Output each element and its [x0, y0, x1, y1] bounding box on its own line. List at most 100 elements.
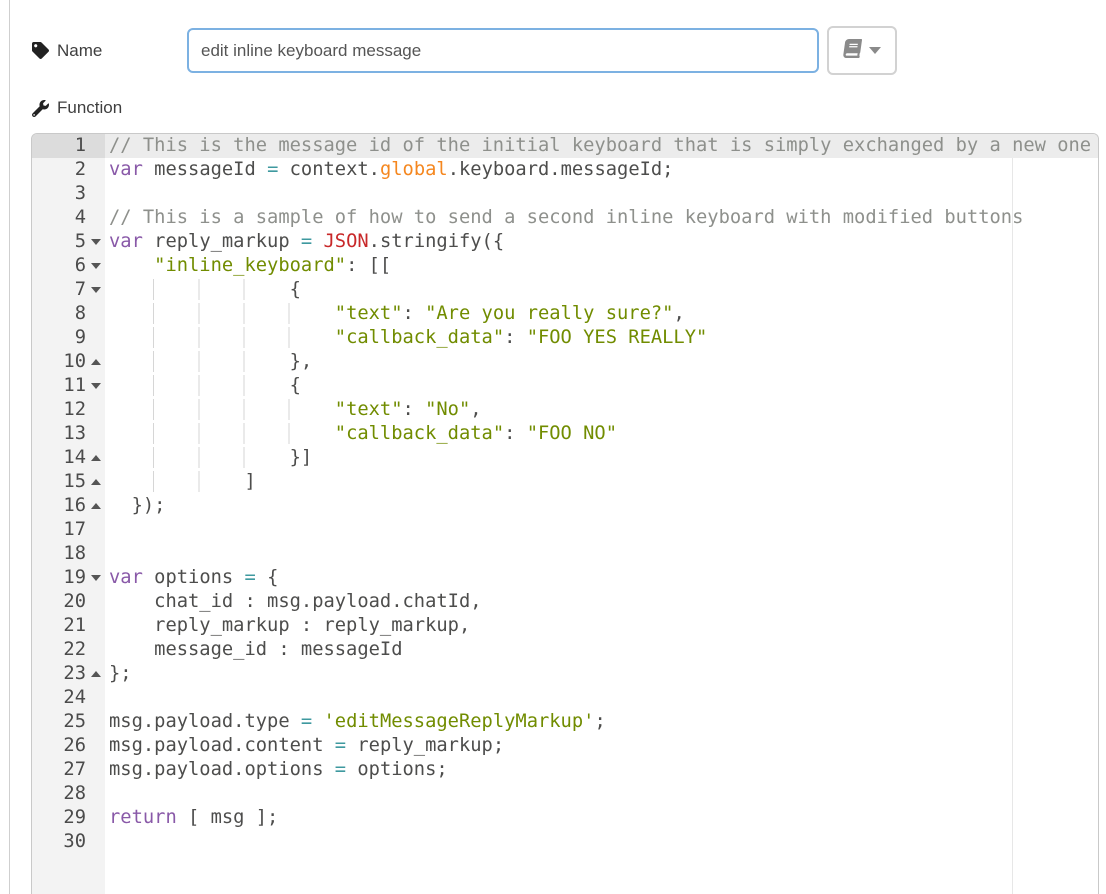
- code-line[interactable]: [105, 830, 1098, 854]
- gutter-cell: 16: [32, 494, 105, 518]
- code-line[interactable]: var reply_markup = JSON.stringify({: [105, 230, 1098, 254]
- fold-widget[interactable]: [91, 479, 101, 485]
- code-row: 5var reply_markup = JSON.stringify({: [32, 230, 1098, 254]
- fold-widget[interactable]: [91, 671, 101, 677]
- fold-widget[interactable]: [91, 287, 101, 293]
- gutter-cell: 3: [32, 182, 105, 206]
- code-line[interactable]: "callback_data": "FOO YES REALLY": [105, 326, 1098, 350]
- code-row: 9 "callback_data": "FOO YES REALLY": [32, 326, 1098, 350]
- code-line[interactable]: "callback_data": "FOO NO": [105, 422, 1098, 446]
- gutter-cell: 5: [32, 230, 105, 254]
- code-row: 17: [32, 518, 1098, 542]
- line-number: 3: [75, 182, 86, 206]
- code-line[interactable]: {: [105, 278, 1098, 302]
- gutter-cell: 22: [32, 638, 105, 662]
- code-line[interactable]: msg.payload.options = options;: [105, 758, 1098, 782]
- code-line[interactable]: [105, 782, 1098, 806]
- code-line[interactable]: chat_id : msg.payload.chatId,: [105, 590, 1098, 614]
- gutter-cell: 7: [32, 278, 105, 302]
- code-row: 23};: [32, 662, 1098, 686]
- code-line[interactable]: var messageId = context.global.keyboard.…: [105, 158, 1098, 182]
- code-editor[interactable]: 1// This is the message id of the initia…: [31, 133, 1099, 894]
- fold-widget[interactable]: [91, 383, 101, 389]
- code-line[interactable]: ]: [105, 470, 1098, 494]
- line-number: 11: [63, 374, 86, 398]
- code-row: 22 message_id : messageId: [32, 638, 1098, 662]
- code-line[interactable]: // This is a sample of how to send a sec…: [105, 206, 1098, 230]
- code-line[interactable]: "inline_keyboard": [[: [105, 254, 1098, 278]
- gutter-cell: 18: [32, 542, 105, 566]
- line-number: 10: [63, 350, 86, 374]
- code-line[interactable]: {: [105, 374, 1098, 398]
- gutter-cell: 28: [32, 782, 105, 806]
- code-row: 25 msg.payload.type = 'editMessageReplyMa…: [32, 710, 1098, 734]
- code-line[interactable]: [105, 182, 1098, 206]
- gutter-cell: 4: [32, 206, 105, 230]
- gutter-cell: 23: [32, 662, 105, 686]
- code-line[interactable]: };: [105, 662, 1098, 686]
- code-row: 8 "text": "Are you really sure?",: [32, 302, 1098, 326]
- line-number: 28: [63, 782, 86, 806]
- code-row: 15 ]: [32, 470, 1098, 494]
- gutter-cell: 15: [32, 470, 105, 494]
- code-line[interactable]: "text": "Are you really sure?",: [105, 302, 1098, 326]
- line-number: 14: [63, 446, 86, 470]
- gutter-cell: 27: [32, 758, 105, 782]
- fold-widget[interactable]: [91, 503, 101, 509]
- code-row: 13 "callback_data": "FOO NO": [32, 422, 1098, 446]
- line-number: 25: [63, 710, 86, 734]
- caret-down-icon: [869, 47, 881, 54]
- code-line[interactable]: // This is the message id of the initial…: [105, 134, 1098, 158]
- wrench-icon: [32, 100, 49, 117]
- gutter-cell: 14: [32, 446, 105, 470]
- gutter-cell: 11: [32, 374, 105, 398]
- line-number: 16: [63, 494, 86, 518]
- line-number: 4: [75, 206, 86, 230]
- line-number: 26: [63, 734, 86, 758]
- code-row: 29return [ msg ];: [32, 806, 1098, 830]
- line-number: 21: [63, 614, 86, 638]
- code-line[interactable]: reply_markup : reply_markup,: [105, 614, 1098, 638]
- name-label: Name: [57, 41, 102, 61]
- code-line[interactable]: msg.payload.content = reply_markup;: [105, 734, 1098, 758]
- gutter-cell: 24: [32, 686, 105, 710]
- fold-widget[interactable]: [91, 575, 101, 581]
- code-line[interactable]: },: [105, 350, 1098, 374]
- gutter-cell: 26: [32, 734, 105, 758]
- line-number: 12: [63, 398, 86, 422]
- code-line[interactable]: var options = {: [105, 566, 1098, 590]
- gutter-cell: 2: [32, 158, 105, 182]
- code-line[interactable]: [105, 686, 1098, 710]
- fold-widget[interactable]: [91, 359, 101, 365]
- code-line[interactable]: message_id : messageId: [105, 638, 1098, 662]
- name-field-row: Name: [32, 26, 897, 75]
- function-node-edit-panel: Name Function 1// This is the message id…: [0, 0, 1106, 894]
- name-input[interactable]: [187, 28, 819, 73]
- code-row: 27msg.payload.options = options;: [32, 758, 1098, 782]
- library-button[interactable]: [827, 26, 897, 75]
- code-line[interactable]: "text": "No",: [105, 398, 1098, 422]
- fold-widget[interactable]: [91, 239, 101, 245]
- line-number: 6: [75, 254, 86, 278]
- line-number: 22: [63, 638, 86, 662]
- gutter-cell: 6: [32, 254, 105, 278]
- code-line[interactable]: });: [105, 494, 1098, 518]
- book-icon: [843, 39, 862, 63]
- line-number: 9: [75, 326, 86, 350]
- gutter-cell: 19: [32, 566, 105, 590]
- code-line[interactable]: [105, 542, 1098, 566]
- gutter-cell: 17: [32, 518, 105, 542]
- fold-widget[interactable]: [91, 263, 101, 269]
- code-line[interactable]: [105, 518, 1098, 542]
- line-number: 7: [75, 278, 86, 302]
- code-line[interactable]: msg.payload.type = 'editMessageReplyMark…: [105, 710, 1098, 734]
- line-number: 8: [75, 302, 86, 326]
- code-row: 6 "inline_keyboard": [[: [32, 254, 1098, 278]
- fold-widget[interactable]: [91, 455, 101, 461]
- gutter-cell: 25: [32, 710, 105, 734]
- code-row: 7 {: [32, 278, 1098, 302]
- code-line[interactable]: }]: [105, 446, 1098, 470]
- code-row: 16 });: [32, 494, 1098, 518]
- code-line[interactable]: return [ msg ];: [105, 806, 1098, 830]
- gutter-cell: 29: [32, 806, 105, 830]
